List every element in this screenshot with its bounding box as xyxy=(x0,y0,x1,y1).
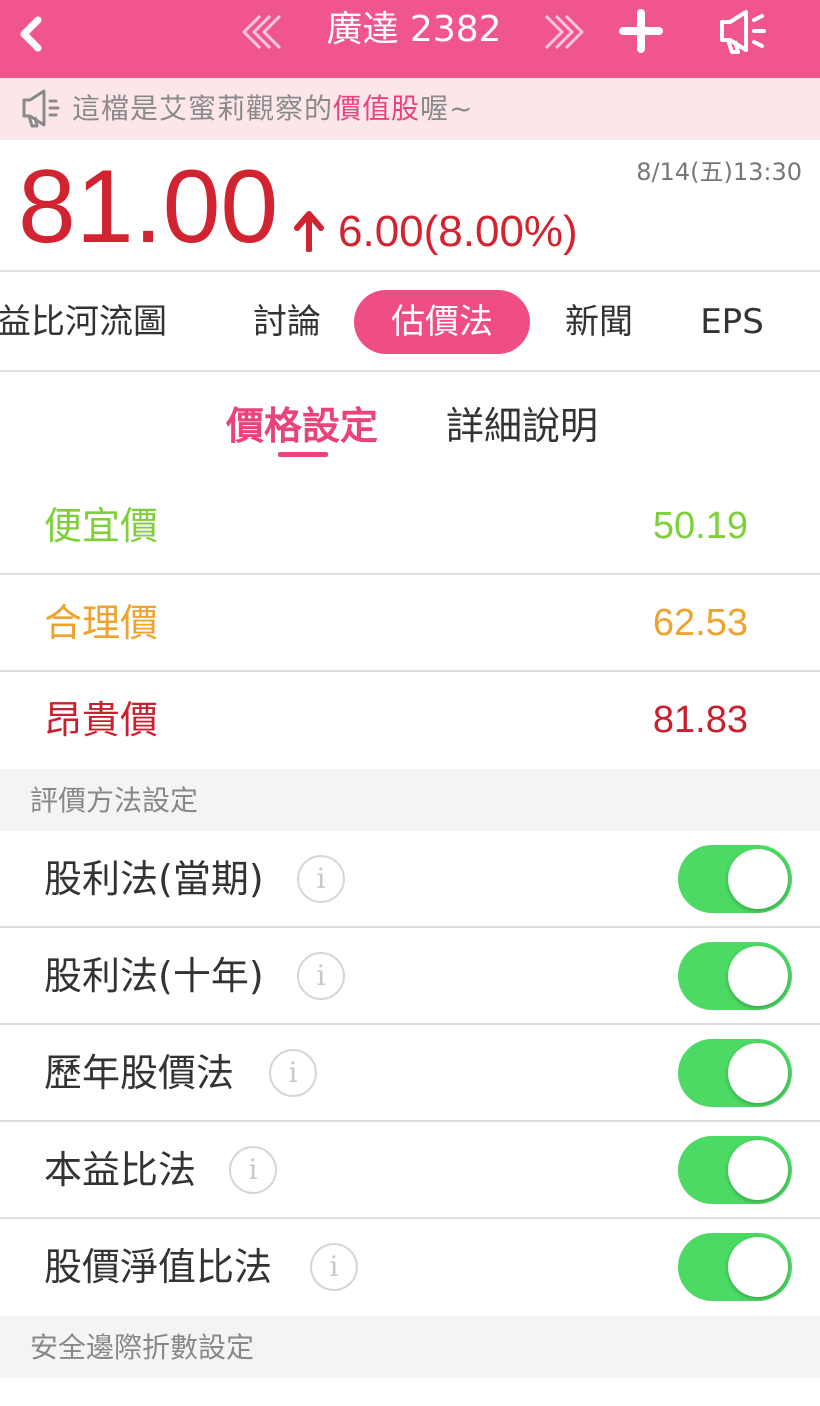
method-row-dividend-current: 股利法(當期) i xyxy=(0,831,820,928)
info-icon[interactable]: i xyxy=(269,1049,317,1097)
method-row-pb-ratio: 股價淨值比法 i xyxy=(0,1219,820,1316)
back-chevron-icon[interactable] xyxy=(14,14,48,54)
expensive-price-label: 昂貴價 xyxy=(44,698,159,742)
valuation-method-section-header: 評價方法設定 xyxy=(0,769,820,831)
method-label: 股價淨值比法 xyxy=(44,1245,273,1289)
notice-highlight: 價值股 xyxy=(333,92,421,125)
next-stock-icon[interactable] xyxy=(538,12,588,52)
method-row-dividend-ten-year: 股利法(十年) i xyxy=(0,928,820,1025)
info-icon[interactable]: i xyxy=(310,1243,358,1291)
method-toggle[interactable] xyxy=(678,845,792,913)
fair-price-label: 合理價 xyxy=(44,601,159,645)
notice-speaker-icon xyxy=(22,89,60,128)
toggle-knob xyxy=(728,946,788,1006)
toggle-knob xyxy=(728,1140,788,1200)
method-toggle[interactable] xyxy=(678,1233,792,1301)
expensive-price-row: 昂貴價 81.83 xyxy=(0,672,820,769)
quote-datetime: 8/14(五)13:30 xyxy=(636,158,802,186)
section-title: 評價方法設定 xyxy=(30,784,199,817)
tab-eps[interactable]: EPS xyxy=(680,290,784,354)
method-label: 股利法(當期) xyxy=(44,857,264,901)
method-row-pe-ratio: 本益比法 i xyxy=(0,1122,820,1219)
tab-discussion[interactable]: 討論 xyxy=(232,290,342,354)
method-toggle[interactable] xyxy=(678,1039,792,1107)
fair-price-value: 62.53 xyxy=(652,602,748,644)
method-row-historical-price: 歷年股價法 i xyxy=(0,1025,820,1122)
cheap-price-value: 50.19 xyxy=(652,505,748,547)
method-label: 歷年股價法 xyxy=(44,1051,235,1095)
safety-margin-section-header: 安全邊際折數設定 xyxy=(0,1316,820,1378)
stock-title: 廣達 2382 xyxy=(326,9,502,50)
tab-news[interactable]: 新聞 xyxy=(546,290,652,354)
info-icon[interactable]: i xyxy=(297,855,345,903)
tab-bar: 益比河流圖 討論 估價法 新聞 EPS xyxy=(0,272,820,372)
active-subtab-indicator xyxy=(278,452,328,457)
section-title: 安全邊際折數設定 xyxy=(30,1331,255,1364)
current-price: 81.00 xyxy=(18,149,279,265)
method-toggle[interactable] xyxy=(678,942,792,1010)
previous-stock-icon[interactable] xyxy=(238,12,288,52)
subtab-price-settings[interactable]: 價格設定 xyxy=(226,402,378,450)
notice-text: 這檔是艾蜜莉觀察的價值股喔~ xyxy=(72,92,474,125)
price-change: 6.00(8.00%) xyxy=(338,207,578,256)
info-icon[interactable]: i xyxy=(229,1146,277,1194)
fair-price-row: 合理價 62.53 xyxy=(0,575,820,672)
method-toggle[interactable] xyxy=(678,1136,792,1204)
expensive-price-value: 81.83 xyxy=(652,699,748,741)
method-label: 股利法(十年) xyxy=(44,954,264,998)
sub-tab-bar: 價格設定 詳細說明 xyxy=(0,372,820,472)
tab-pe-river-chart[interactable]: 益比河流圖 xyxy=(0,290,172,354)
top-bar: 廣達 2382 xyxy=(0,0,820,78)
toggle-knob xyxy=(728,849,788,909)
notice-banner: 這檔是艾蜜莉觀察的價值股喔~ xyxy=(0,78,820,140)
info-icon[interactable]: i xyxy=(297,952,345,1000)
cheap-price-label: 便宜價 xyxy=(44,504,159,548)
price-area: 81.00 6.00(8.00%) 8/14(五)13:30 xyxy=(0,140,820,272)
method-label: 本益比法 xyxy=(44,1148,197,1192)
tab-valuation[interactable]: 估價法 xyxy=(354,290,530,354)
up-arrow-icon xyxy=(294,211,324,252)
cheap-price-row: 便宜價 50.19 xyxy=(0,478,820,575)
toggle-knob xyxy=(728,1237,788,1297)
announcement-icon[interactable] xyxy=(716,8,770,54)
add-icon[interactable] xyxy=(618,8,664,54)
toggle-knob xyxy=(728,1043,788,1103)
subtab-details[interactable]: 詳細說明 xyxy=(446,402,598,450)
